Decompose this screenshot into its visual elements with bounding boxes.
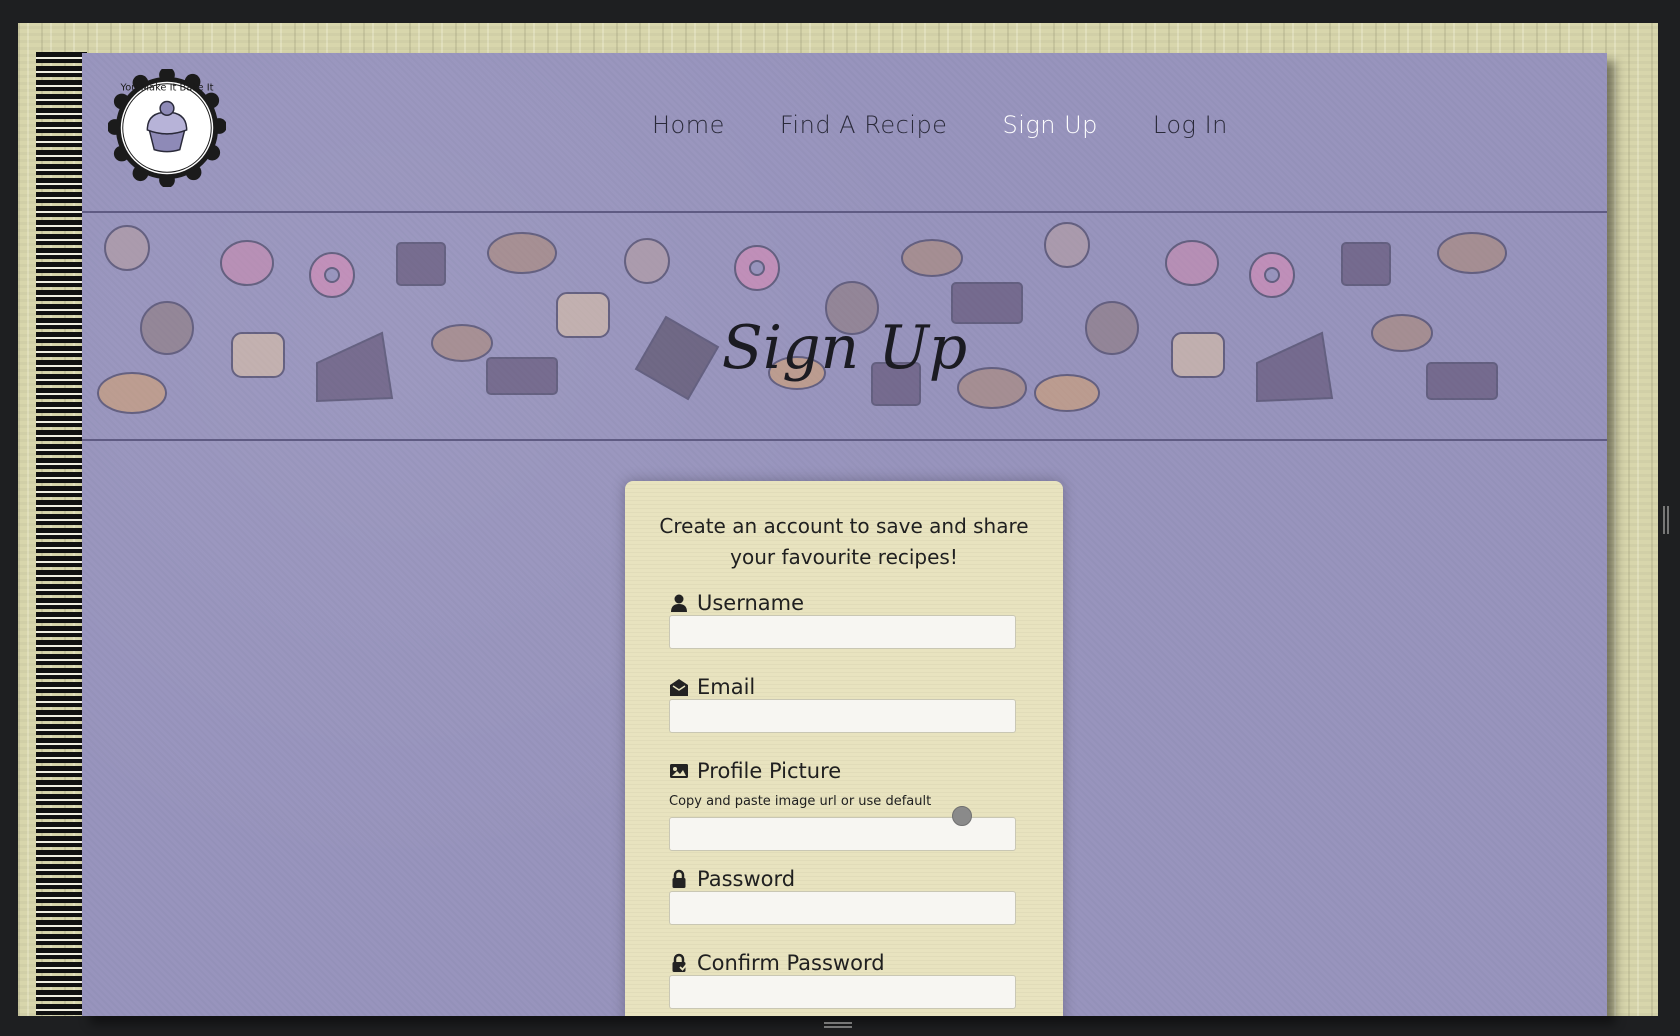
image-icon xyxy=(670,764,688,778)
email-input[interactable] xyxy=(669,699,1016,733)
profile-picture-hint: Copy and paste image url or use default xyxy=(669,794,932,809)
site-logo[interactable]: You Make It Bake It xyxy=(108,69,226,187)
page-banner: Sign Up xyxy=(82,213,1607,441)
username-label: Username xyxy=(669,591,804,615)
password-label: Password xyxy=(669,867,795,891)
bottom-resize-handle[interactable] xyxy=(824,1022,852,1028)
confirm-password-label: Confirm Password xyxy=(669,951,885,975)
nav-find-a-recipe[interactable]: Find A Recipe xyxy=(780,111,948,139)
email-label: Email xyxy=(669,675,755,699)
notebook-spiral xyxy=(36,52,87,1016)
site-header: You Make It Bake It Home Find A Recipe S… xyxy=(82,53,1607,213)
confirm-password-input[interactable] xyxy=(669,975,1016,1009)
main-nav: Home Find A Recipe Sign Up Log In xyxy=(652,111,1228,139)
profile-picture-label: Profile Picture xyxy=(669,759,841,783)
password-input[interactable] xyxy=(669,891,1016,925)
password-label-text: Password xyxy=(697,867,796,891)
confirm-password-label-text: Confirm Password xyxy=(697,951,885,975)
notebook-page: You Make It Bake It Home Find A Recipe S… xyxy=(82,53,1607,1016)
email-label-text: Email xyxy=(697,675,756,699)
nav-home[interactable]: Home xyxy=(652,111,725,139)
mouse-cursor xyxy=(952,806,972,826)
form-intro: Create an account to save and share your… xyxy=(659,514,1029,569)
lock-icon xyxy=(672,869,686,888)
user-icon xyxy=(671,594,687,612)
nav-log-in[interactable]: Log In xyxy=(1153,111,1228,139)
username-label-text: Username xyxy=(697,591,805,615)
profile-picture-label-text: Profile Picture xyxy=(697,759,842,783)
username-input[interactable] xyxy=(669,615,1016,649)
lock-check-icon xyxy=(672,953,688,972)
page-title: Sign Up xyxy=(721,313,968,383)
side-resize-handle[interactable] xyxy=(1663,506,1669,534)
signup-form-card: Create an account to save and share your… xyxy=(625,481,1063,1016)
logo-text: You Make It Bake It xyxy=(120,83,214,94)
nav-sign-up[interactable]: Sign Up xyxy=(1002,111,1097,139)
envelope-open-icon xyxy=(670,679,688,696)
